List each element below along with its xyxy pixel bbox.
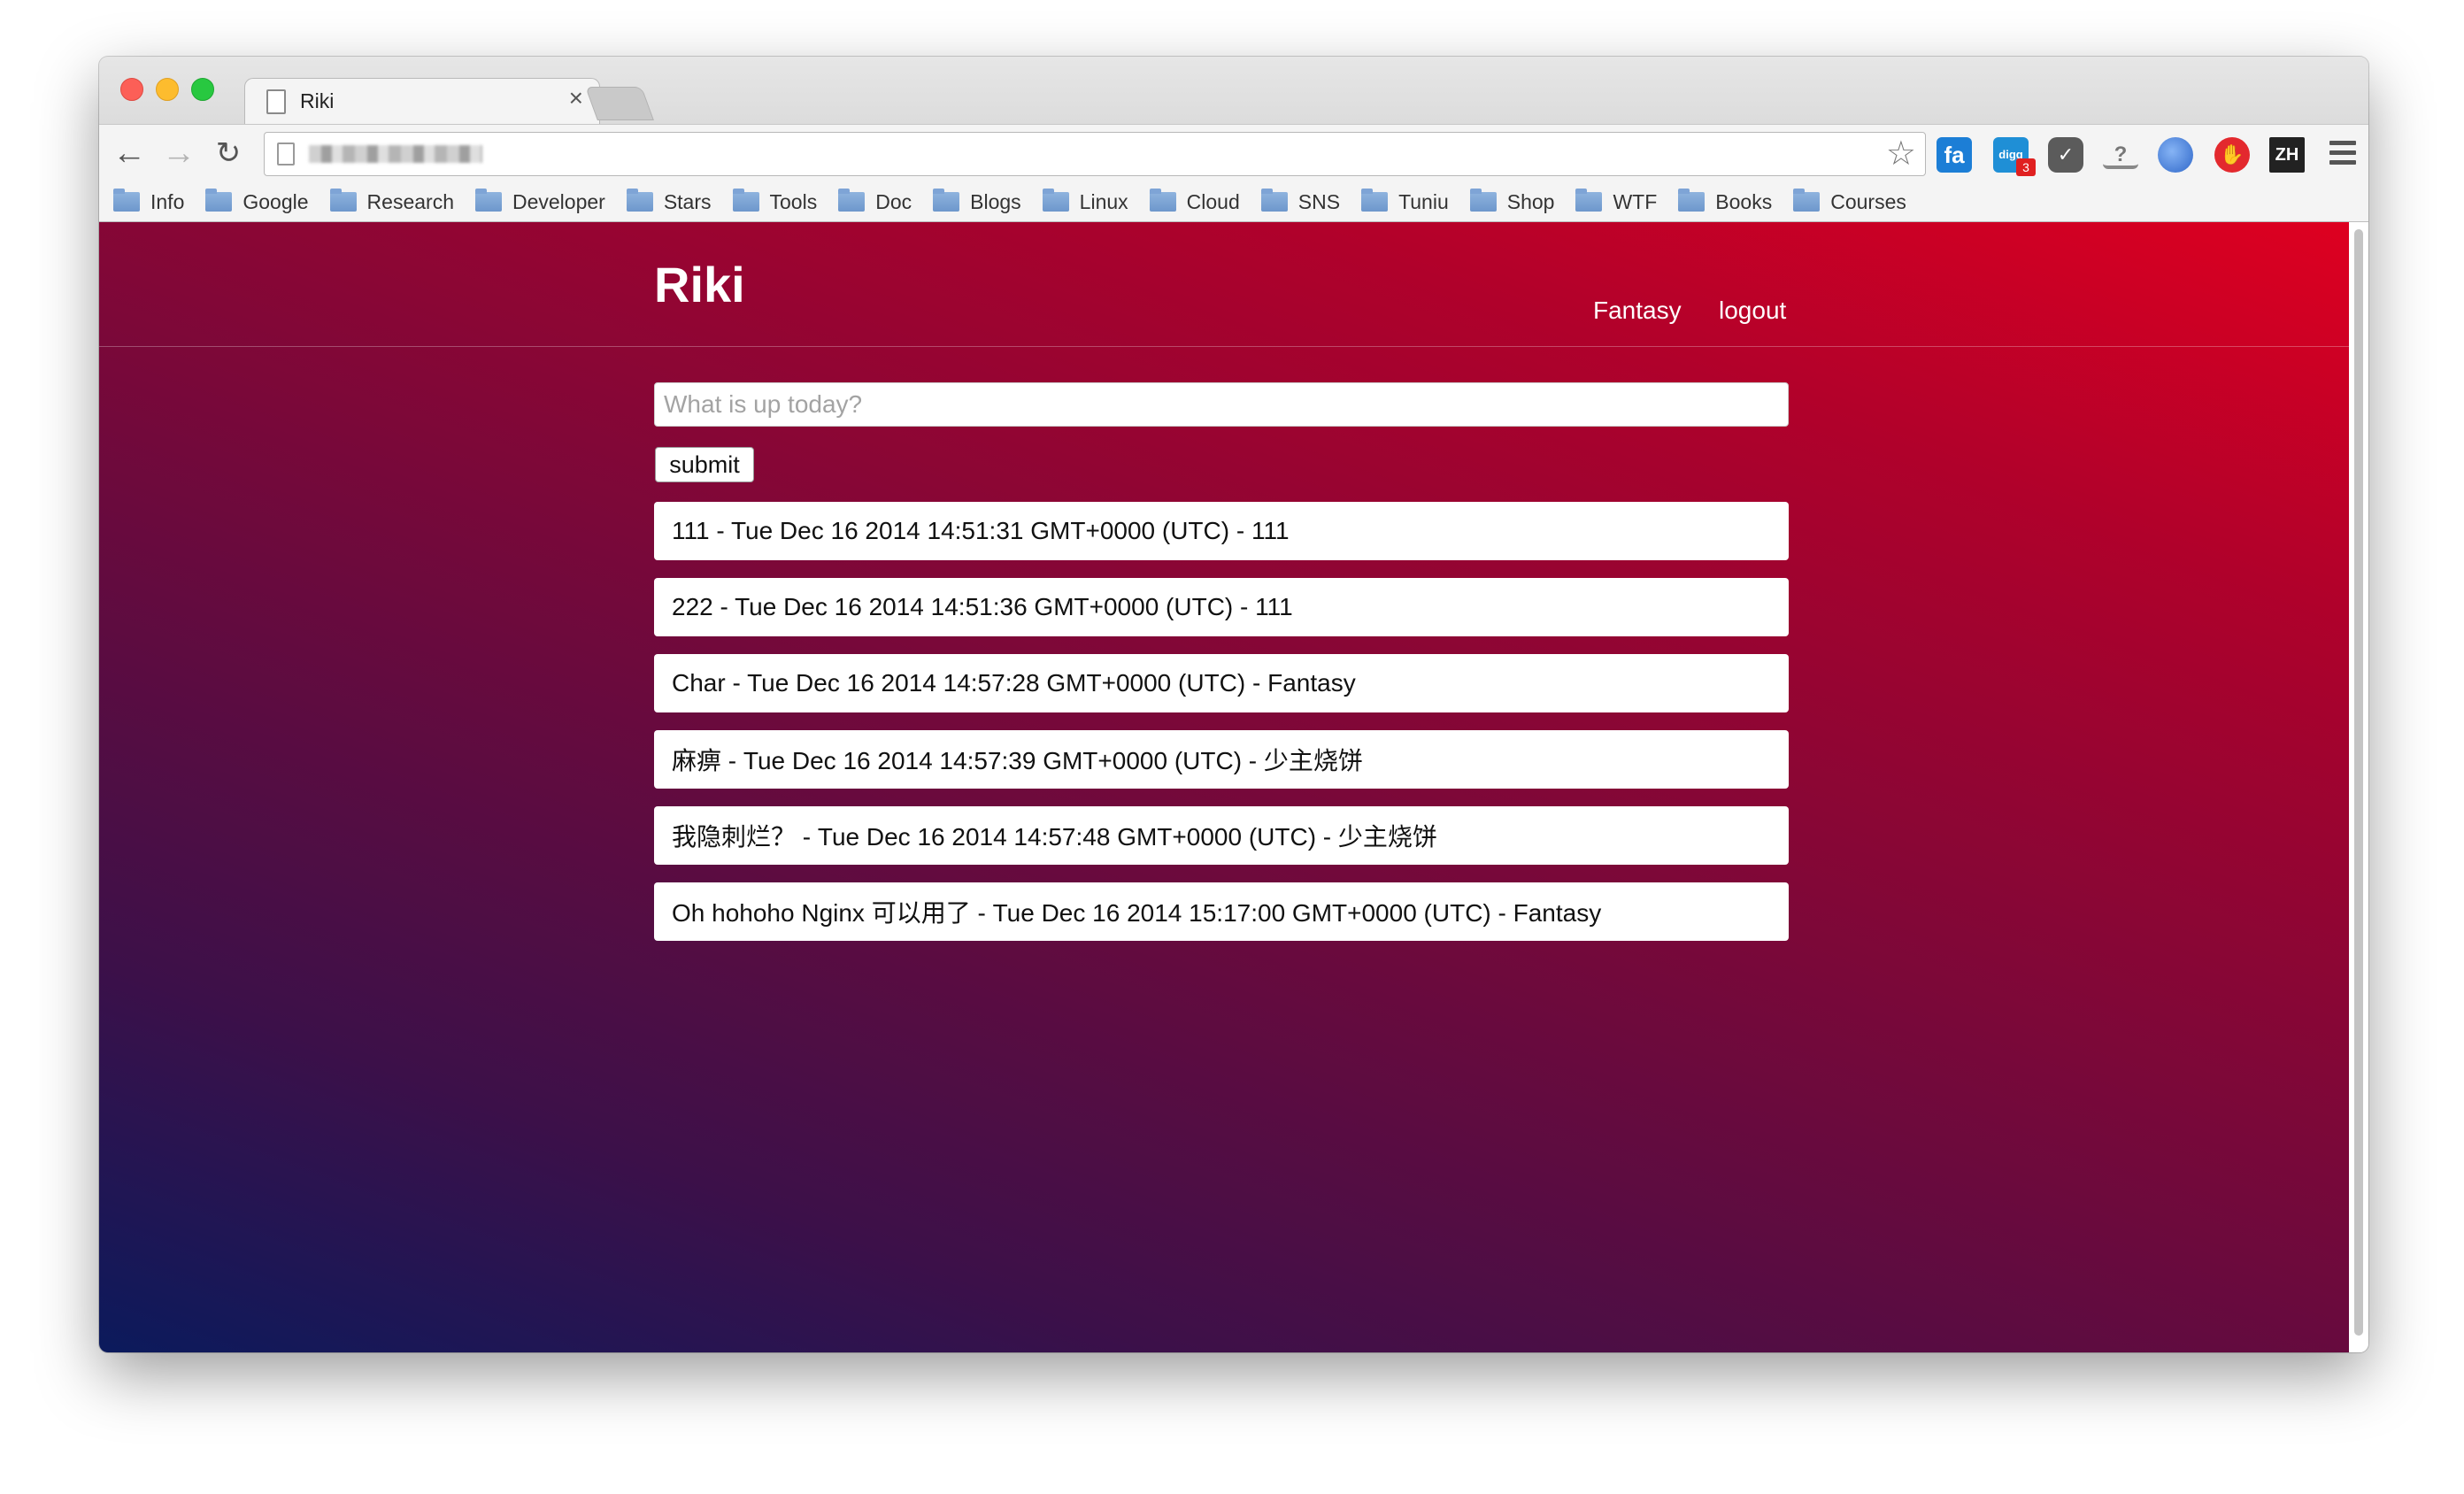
bookmarks-bar: Info Google Research Developer Stars Too… [99, 182, 2368, 222]
bookmark-folder-books[interactable]: Books [1678, 189, 1772, 214]
site-brand[interactable]: Riki [654, 256, 745, 313]
user-link[interactable]: Fantasy [1593, 296, 1682, 325]
folder-icon [1575, 189, 1603, 212]
folder-icon [474, 189, 502, 212]
globe-extension-icon[interactable] [2158, 137, 2193, 173]
tab-close-icon[interactable]: × [569, 84, 583, 112]
address-bar[interactable]: ☆ [264, 132, 1926, 176]
bookmark-folder-linux[interactable]: Linux [1042, 189, 1128, 214]
bookmark-folder-info[interactable]: Info [113, 189, 184, 214]
close-window-button[interactable] [120, 78, 143, 101]
folder-icon [1260, 189, 1288, 212]
submit-button[interactable]: submit [655, 447, 754, 482]
forward-arrow-icon[interactable]: → [161, 135, 196, 171]
status-input[interactable] [654, 382, 1789, 427]
page-icon [277, 142, 295, 166]
zh-extension-icon[interactable]: ZH [2269, 137, 2305, 173]
font-awesome-extension-icon[interactable]: fa [1937, 137, 1972, 173]
feed-item: 麻痹 - Tue Dec 16 2014 14:57:39 GMT+0000 (… [654, 730, 1789, 789]
digg-badge: 3 [2016, 158, 2036, 176]
folder-icon [329, 189, 357, 212]
bookmark-folder-research[interactable]: Research [329, 189, 454, 214]
chrome-menu-icon[interactable] [2329, 141, 2356, 166]
bookmark-folder-developer[interactable]: Developer [474, 189, 605, 214]
tab-riki[interactable]: Riki × [244, 78, 600, 125]
reload-icon[interactable]: ↻ [211, 135, 246, 171]
feed-list: 111 - Tue Dec 16 2014 14:51:31 GMT+0000 … [654, 502, 1789, 959]
page-scrollbar[interactable] [2349, 222, 2368, 1352]
folder-icon [1678, 189, 1706, 212]
page-content: Riki Fantasy logout submit 111 - Tue Dec… [99, 222, 2349, 1352]
folder-icon [1469, 189, 1497, 212]
folder-icon [1149, 189, 1176, 212]
bookmark-star-icon[interactable]: ☆ [1886, 135, 1916, 173]
folder-icon [1042, 189, 1069, 212]
feed-item: 222 - Tue Dec 16 2014 14:51:36 GMT+0000 … [654, 578, 1789, 636]
folder-icon [732, 189, 759, 212]
feed-item: Oh hohoho Nginx 可以用了 - Tue Dec 16 2014 1… [654, 882, 1789, 941]
zoom-window-button[interactable] [191, 78, 214, 101]
bookmark-folder-courses[interactable]: Courses [1793, 189, 1906, 214]
bookmark-folder-blogs[interactable]: Blogs [933, 189, 1021, 214]
bookmark-folder-stars[interactable]: Stars [626, 189, 712, 214]
new-tab-button[interactable] [585, 87, 654, 120]
site-header: Riki Fantasy logout [99, 222, 2349, 347]
bookmark-folder-tools[interactable]: Tools [732, 189, 817, 214]
tab-title: Riki [300, 89, 335, 112]
page-icon [266, 89, 286, 114]
bookmark-folder-google[interactable]: Google [205, 189, 309, 214]
bookmark-folder-wtf[interactable]: WTF [1575, 189, 1657, 214]
browser-window: Riki × ← → ↻ ☆ fa digg 3 ✓ ? ✋ ZH Info G… [99, 57, 2368, 1352]
folder-icon [933, 189, 960, 212]
tab-strip: Riki × [99, 57, 2368, 125]
feed-item: Char - Tue Dec 16 2014 14:57:28 GMT+0000… [654, 654, 1789, 712]
blurred-url [309, 145, 482, 163]
scrollbar-thumb[interactable] [2354, 229, 2363, 1336]
back-arrow-icon[interactable]: ← [112, 135, 147, 171]
folder-icon [838, 189, 866, 212]
browser-toolbar: ← → ↻ ☆ fa digg 3 ✓ ? ✋ ZH [99, 124, 2368, 183]
bookmark-folder-doc[interactable]: Doc [838, 189, 912, 214]
logout-link[interactable]: logout [1719, 296, 1786, 325]
folder-icon [1361, 189, 1389, 212]
adblock-hand-icon[interactable]: ✋ [2214, 137, 2250, 173]
folder-icon [626, 189, 653, 212]
bookmark-folder-shop[interactable]: Shop [1469, 189, 1554, 214]
bookmark-folder-tuniu[interactable]: Tuniu [1361, 189, 1449, 214]
minimize-window-button[interactable] [156, 78, 179, 101]
folder-icon [113, 189, 140, 212]
feed-item: 111 - Tue Dec 16 2014 14:51:31 GMT+0000 … [654, 502, 1789, 560]
pocket-extension-icon[interactable]: ✓ [2048, 137, 2083, 173]
folder-icon [1793, 189, 1821, 212]
bookmark-folder-cloud[interactable]: Cloud [1149, 189, 1240, 214]
folder-icon [205, 189, 233, 212]
bookmark-folder-sns[interactable]: SNS [1260, 189, 1340, 214]
feed-item: 我隐刺烂？ - Tue Dec 16 2014 14:57:48 GMT+000… [654, 806, 1789, 865]
help-extension-icon[interactable]: ? [2103, 137, 2138, 169]
